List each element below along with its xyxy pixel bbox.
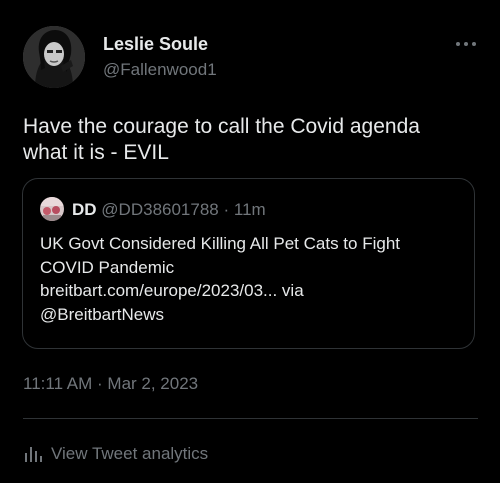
tweet-timestamp[interactable]: 11:11 AM · Mar 2, 2023 <box>23 373 198 395</box>
more-dot <box>472 42 476 46</box>
analytics-label: View Tweet analytics <box>51 444 209 463</box>
tweet-text-line: what it is - EVIL <box>23 141 169 164</box>
quoted-mention[interactable]: @BreitbartNews <box>40 303 460 327</box>
divider <box>23 418 478 419</box>
author-handle[interactable]: @Fallenwood1 <box>103 59 217 81</box>
more-dot <box>464 42 468 46</box>
quoted-author-avatar[interactable] <box>40 197 64 221</box>
quoted-time[interactable]: 11m <box>234 200 266 219</box>
tweet-text: Have the courage to call the Covid agend… <box>23 114 473 166</box>
author-info: Leslie Soule @Fallenwood1 <box>103 33 217 81</box>
quoted-header: DD @DD38601788 · 11m <box>72 199 266 221</box>
quoted-avatar-image <box>40 197 64 221</box>
quoted-text: UK Govt Considered Killing All Pet Cats … <box>40 232 460 326</box>
more-horizontal-icon[interactable] <box>454 36 478 52</box>
quoted-handle[interactable]: @DD38601788 <box>101 200 218 219</box>
tweet-text-line: Have the courage to call the Covid agend… <box>23 115 420 138</box>
quoted-text-line: COVID Pandemic <box>40 257 175 277</box>
quoted-separator: · <box>223 200 230 219</box>
quoted-tweet[interactable]: DD @DD38601788 · 11m UK Govt Considered … <box>22 178 475 349</box>
tweet-card: Leslie Soule @Fallenwood1 Have the coura… <box>0 0 500 483</box>
author-avatar[interactable] <box>23 26 85 88</box>
quoted-link[interactable]: breitbart.com/europe/2023/03... via <box>40 279 460 303</box>
view-analytics-button[interactable]: View Tweet analytics <box>23 442 208 466</box>
quoted-display-name[interactable]: DD <box>72 200 97 219</box>
avatar-image <box>23 26 85 88</box>
quoted-text-line: UK Govt Considered Killing All Pet Cats … <box>40 234 400 253</box>
analytics-bar-chart-icon <box>25 447 42 462</box>
more-dot <box>456 42 460 46</box>
author-display-name[interactable]: Leslie Soule <box>103 33 217 55</box>
